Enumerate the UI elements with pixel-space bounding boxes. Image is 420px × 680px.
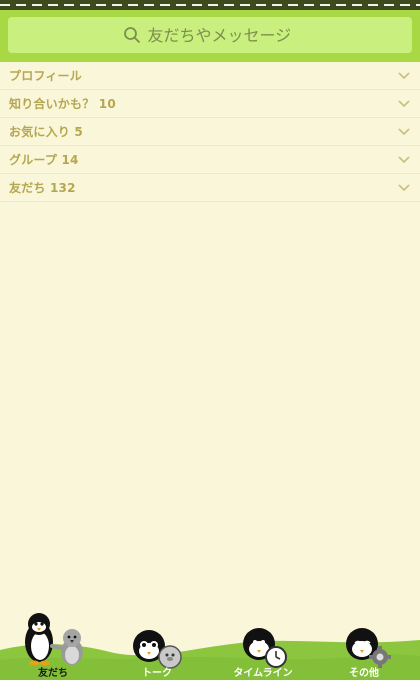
- penguin-friends-icon: [25, 613, 83, 666]
- chevron-down-icon[interactable]: [398, 155, 410, 164]
- section-groups[interactable]: グループ 14: [0, 146, 420, 174]
- section-label: 知り合いかも？ 10: [9, 97, 116, 111]
- chevron-down-icon[interactable]: [398, 183, 410, 192]
- tab-timeline[interactable]: タイムライン: [213, 600, 313, 680]
- bottom-tab-bar: 友だち トーク タイムライン その他: [0, 600, 420, 680]
- section-friends[interactable]: 友だち 132: [0, 174, 420, 202]
- chevron-down-icon[interactable]: [398, 99, 410, 108]
- tab-label: タイムライン: [233, 668, 293, 679]
- penguin-talk-icon: [133, 630, 182, 669]
- section-favorites[interactable]: お気に入り 5: [0, 118, 420, 146]
- section-label: お気に入り 5: [9, 125, 83, 139]
- section-label: 友だち 132: [9, 181, 76, 195]
- tab-talk[interactable]: トーク: [107, 600, 207, 680]
- section-suggestions[interactable]: 知り合いかも？ 10: [0, 90, 420, 118]
- search-bar[interactable]: [8, 17, 412, 53]
- tab-more[interactable]: その他: [314, 600, 414, 680]
- top-bar: [0, 0, 420, 62]
- section-label: プロフィール: [9, 69, 82, 83]
- tab-friends[interactable]: 友だち: [3, 600, 103, 680]
- tab-label: 友だち: [38, 668, 68, 679]
- friend-sections: プロフィール 知り合いかも？ 10 お気に入り 5 グループ 14 友だち 13…: [0, 62, 420, 202]
- search-icon: [123, 27, 140, 43]
- search-input[interactable]: [147, 25, 298, 45]
- stitch-border: [0, 0, 420, 10]
- penguin-timeline-icon: [243, 628, 287, 668]
- penguin-more-icon: [346, 628, 391, 668]
- chevron-down-icon[interactable]: [398, 127, 410, 136]
- tab-label: その他: [349, 668, 379, 679]
- chevron-down-icon[interactable]: [398, 71, 410, 80]
- section-label: グループ 14: [9, 153, 79, 167]
- tab-label: トーク: [142, 668, 172, 679]
- section-profile[interactable]: プロフィール: [0, 62, 420, 90]
